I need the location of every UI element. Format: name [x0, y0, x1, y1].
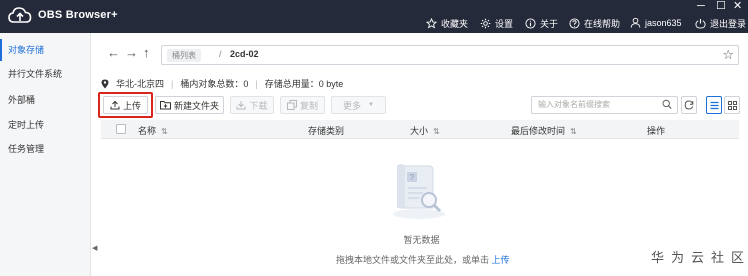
app-title: OBS Browser+ [38, 9, 118, 21]
maximize-button[interactable]: ☐ [716, 0, 726, 12]
grid-view-icon [727, 100, 737, 110]
object-count: 桶内对象总数：0 [180, 79, 249, 89]
refresh-button[interactable] [681, 96, 697, 114]
favorites-label: 收藏夹 [441, 19, 469, 29]
gear-icon [480, 18, 491, 29]
search-placeholder: 输入对象名前缀搜索 [538, 100, 610, 109]
drop-hint: 拖拽本地文件或文件夹至此处，或单击 上传 [336, 253, 510, 266]
copy-button[interactable]: 复制 [280, 96, 325, 114]
download-icon [236, 101, 246, 110]
column-modified-label: 最后修改时间 [511, 126, 566, 136]
sort-icon[interactable]: ⇅ [433, 127, 440, 136]
search-input[interactable]: 输入对象名前缀搜索 [531, 96, 678, 114]
help-icon [569, 18, 580, 29]
path-bar[interactable]: 桶列表 / 2cd-02 ☆ [161, 45, 739, 65]
logout-label: 退出登录 [710, 19, 747, 29]
column-actions: 操作 [647, 124, 665, 137]
close-button[interactable]: ✕ [733, 0, 742, 12]
upload-highlight [98, 92, 153, 118]
column-size-label: 大小 [410, 126, 429, 136]
user-icon [630, 17, 641, 28]
column-storage-class: 存储类别 [308, 124, 344, 137]
favorites-button[interactable]: 收藏夹 [426, 17, 468, 30]
svg-text:?: ? [410, 173, 415, 182]
info-divider: | [171, 78, 174, 89]
caret-down-icon: ▼ [368, 102, 374, 108]
column-name[interactable]: 名称 ⇅ [138, 124, 168, 137]
cloud-logo-icon [8, 7, 32, 23]
title-bar: OBS Browser+ ─ ☐ ✕ 收藏夹 设置 关于 在线帮助 jason6… [0, 0, 748, 33]
breadcrumb-separator: / [219, 49, 222, 59]
info-icon [525, 18, 536, 29]
sidebar-item-object-storage[interactable]: 对象存储 [0, 39, 91, 61]
search-icon[interactable] [662, 99, 672, 110]
sort-icon[interactable]: ⇅ [570, 127, 577, 136]
more-dropdown[interactable]: 更多 ▼ [331, 96, 386, 114]
settings-label: 设置 [495, 19, 514, 29]
table-header: 名称 ⇅ 存储类别 大小 ⇅ 最后修改时间 ⇅ 操作 [101, 120, 739, 139]
refresh-icon [684, 100, 694, 110]
download-label: 下载 [249, 100, 268, 111]
about-label: 关于 [540, 19, 559, 29]
copy-label: 复制 [299, 100, 318, 111]
new-folder-button[interactable]: 新建文件夹 [155, 96, 224, 114]
column-name-label: 名称 [138, 126, 157, 136]
bucket-info: 华北-北京四 | 桶内对象总数：0 | 存储总用量：0 byte [101, 77, 343, 90]
region-label: 华北-北京四 [116, 79, 164, 89]
storage-used: 存储总用量：0 byte [264, 79, 344, 89]
settings-button[interactable]: 设置 [480, 17, 513, 30]
breadcrumb-bucket-list[interactable]: 桶列表 [167, 49, 201, 62]
empty-document-icon: ? [393, 164, 445, 219]
upload-link[interactable]: 上传 [492, 255, 510, 265]
sidebar-item-external-bucket[interactable]: 外部桶 [0, 89, 91, 111]
drop-hint-text: 拖拽本地文件或文件夹至此处，或单击 [336, 255, 490, 265]
sidebar-item-task-management[interactable]: 任务管理 [0, 138, 91, 160]
minimize-button[interactable]: ─ [697, 0, 705, 12]
watermark-text: 华为云社区 [651, 250, 748, 265]
star-icon [426, 18, 437, 29]
back-arrow-icon[interactable]: ← [107, 46, 120, 60]
up-arrow-icon[interactable]: ↑ [143, 46, 150, 60]
download-button[interactable]: 下载 [230, 96, 274, 114]
more-label: 更多 [343, 100, 362, 111]
column-modified[interactable]: 最后修改时间 ⇅ [511, 124, 577, 137]
forward-arrow-icon[interactable]: → [125, 46, 138, 60]
select-all-checkbox[interactable] [116, 124, 126, 134]
info-divider: | [255, 78, 258, 89]
column-size[interactable]: 大小 ⇅ [410, 124, 440, 137]
sidebar-item-parallel-fs[interactable]: 并行文件系统 [0, 63, 91, 85]
username: jason635 [645, 17, 682, 28]
copy-icon [286, 100, 297, 110]
bookmark-star-icon[interactable]: ☆ [722, 47, 734, 63]
breadcrumb-current: 2cd-02 [230, 49, 259, 59]
power-icon [695, 18, 706, 29]
location-pin-icon [101, 79, 109, 88]
user-menu[interactable]: jason635 [630, 17, 682, 28]
sidebar-item-scheduled-upload[interactable]: 定时上传 [0, 114, 91, 136]
new-folder-icon [159, 101, 171, 110]
about-button[interactable]: 关于 [525, 17, 558, 30]
logout-button[interactable]: 退出登录 [695, 17, 746, 30]
column-actions-label: 操作 [647, 126, 666, 136]
column-storage-class-label: 存储类别 [308, 126, 345, 136]
list-view-button[interactable] [706, 96, 722, 114]
list-view-icon [710, 101, 718, 109]
help-button[interactable]: 在线帮助 [569, 17, 620, 30]
empty-state-text: 暂无数据 [403, 235, 440, 245]
help-label: 在线帮助 [584, 19, 621, 29]
new-folder-label: 新建文件夹 [173, 100, 219, 111]
sort-icon[interactable]: ⇅ [161, 127, 168, 136]
grid-view-button[interactable] [724, 96, 740, 114]
